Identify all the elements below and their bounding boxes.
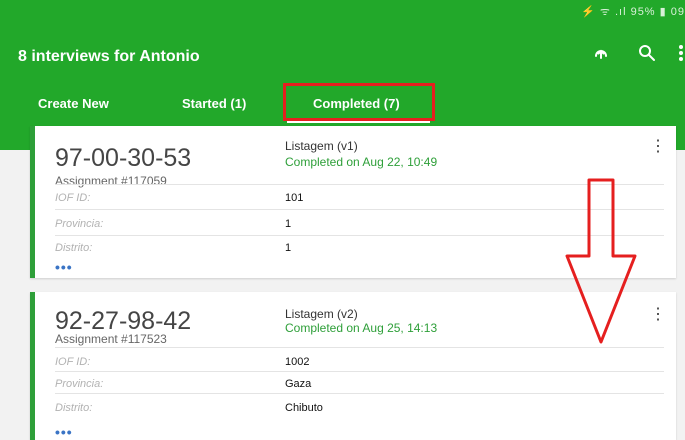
completion-date: Completed on Aug 25, 14:13 xyxy=(285,321,438,335)
field-value: 1 xyxy=(285,242,292,254)
field-value: 1002 xyxy=(285,356,310,368)
questionnaire-version: Listagem (v2) xyxy=(285,307,358,321)
card-menu-icon[interactable]: ⋮ xyxy=(650,136,666,156)
more-fields-button[interactable]: ••• xyxy=(55,259,73,275)
questionnaire-version: Listagem (v1) xyxy=(285,139,358,153)
divider xyxy=(55,393,664,394)
completed-tab-highlight xyxy=(283,83,435,121)
assignment-number: Assignment #117523 xyxy=(55,332,167,346)
field-label: Provincia: xyxy=(55,378,104,390)
down-arrow-annotation xyxy=(565,178,637,344)
field-value: 1 xyxy=(285,218,292,230)
field-value: 101 xyxy=(285,192,304,204)
field-label: Distrito: xyxy=(55,402,93,414)
field-value: Gaza xyxy=(285,378,312,390)
more-fields-button[interactable]: ••• xyxy=(55,424,73,440)
field-value: Chibuto xyxy=(285,402,323,414)
tab-create-new[interactable]: Create New xyxy=(38,96,109,111)
page-title: 8 interviews for Antonio xyxy=(18,48,200,65)
search-icon[interactable] xyxy=(638,44,656,67)
completion-date: Completed on Aug 22, 10:49 xyxy=(285,155,438,169)
field-label: Distrito: xyxy=(55,242,93,254)
tab-started[interactable]: Started (1) xyxy=(182,96,246,111)
sync-icon[interactable] xyxy=(592,44,610,67)
card-menu-icon[interactable]: ⋮ xyxy=(650,304,666,324)
status-bar: ⚡ ᯤ .ıl 95% ▮ 09 xyxy=(0,0,685,24)
divider xyxy=(55,347,664,348)
field-label: Provincia: xyxy=(55,218,104,230)
interview-id: 97-00-30-53 xyxy=(55,144,192,172)
field-label: IOF ID: xyxy=(55,356,91,368)
more-vert-icon[interactable] xyxy=(679,44,683,67)
divider xyxy=(55,371,664,372)
status-icons: ⚡ ᯤ .ıl 95% ▮ 09 xyxy=(581,6,685,18)
assignment-number: Assignment #117059 xyxy=(55,174,167,188)
field-label: IOF ID: xyxy=(55,192,91,204)
